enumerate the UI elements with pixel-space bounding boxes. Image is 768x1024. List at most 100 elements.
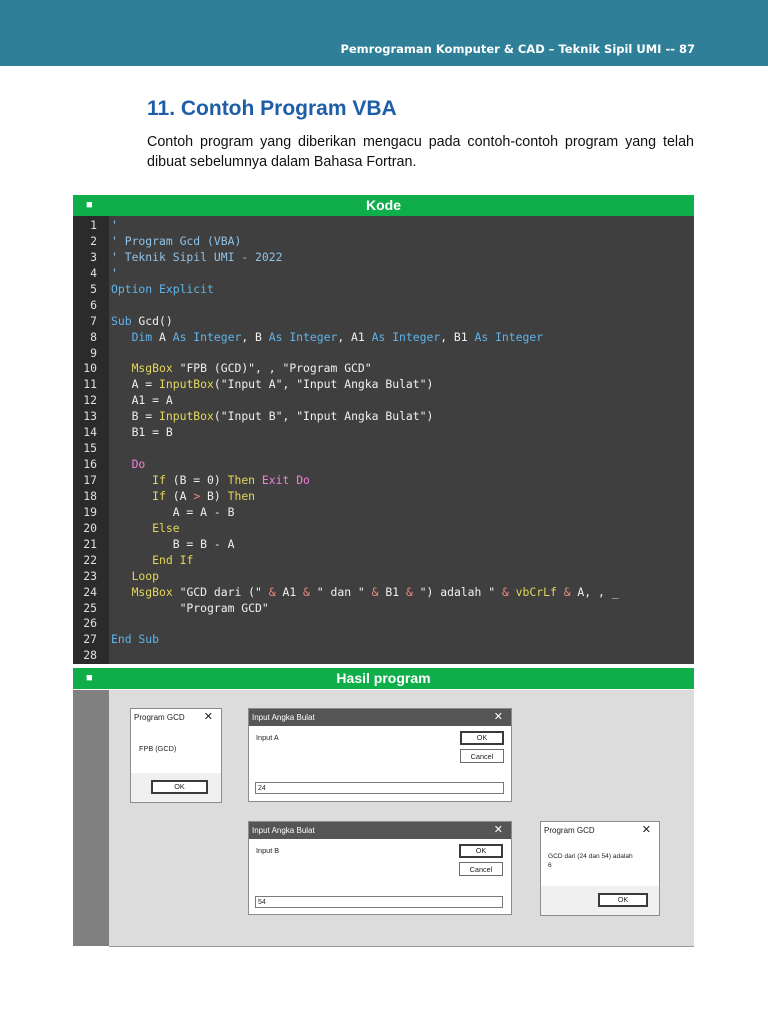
code-text: MsgBox "FPB (GCD)", , "Program GCD" — [131, 361, 372, 376]
ok-button[interactable]: OK — [459, 844, 503, 858]
input-a-field[interactable]: 24 — [255, 782, 504, 794]
code-lines: 1 ' 2 ' Program Gcd (VBA) 3 ' Teknik Sipil UM… — [73, 218, 694, 664]
ok-button[interactable]: OK — [598, 893, 648, 907]
line-number: 20 — [83, 520, 97, 535]
line-number: 10 — [83, 361, 97, 376]
code-text: B = B - A — [111, 536, 235, 551]
close-icon[interactable]: ✕ — [494, 709, 503, 726]
code-line: 18 If (A > B) Then — [73, 489, 694, 505]
line-number: 18 — [83, 488, 97, 503]
inputbox-titlebar: Input Angka Bulat ✕ — [249, 822, 511, 839]
input-b-field[interactable]: 54 — [255, 896, 503, 908]
code-bar-label: Kode — [366, 197, 401, 213]
line-number: 14 — [83, 425, 97, 440]
line-number: 12 — [83, 393, 97, 408]
code-text: A = InputBox("Input A", "Input Angka Bul… — [111, 377, 434, 392]
code-text: Option Explicit — [111, 281, 214, 296]
inputbox-a: Input Angka Bulat ✕ Input A OK Cancel 24 — [248, 708, 512, 802]
code-line: 8 Dim A As Integer, B As Integer, A1 As … — [73, 330, 694, 346]
code-text: ' Program Gcd (VBA) — [111, 233, 242, 248]
line-number: 1 — [90, 218, 97, 232]
code-text: A1 = A — [111, 393, 173, 408]
code-line: 27 End Sub — [73, 632, 694, 648]
code-text: ' Teknik Sipil UMI - 2022 — [111, 249, 283, 264]
msgbox-message: FPB (GCD) — [139, 744, 177, 753]
code-text: ' — [111, 265, 118, 280]
code-line: 25 "Program GCD" — [73, 601, 694, 617]
line-number: 8 — [90, 329, 97, 344]
msgbox-message-line2: 6 — [548, 861, 552, 869]
msgbox-result: Program GCD ✕ GCD dari (24 dan 54) adala… — [540, 821, 660, 916]
line-number: 11 — [83, 377, 97, 392]
code-line: 5 Option Explicit — [73, 282, 694, 298]
line-number: 9 — [90, 345, 97, 360]
inputbox-prompt: Input B — [256, 846, 280, 855]
code-line: 9 — [73, 346, 694, 362]
line-number: 7 — [90, 313, 97, 328]
output-gutter — [73, 690, 109, 946]
close-icon[interactable]: ✕ — [204, 709, 213, 726]
line-number: 27 — [83, 632, 97, 647]
ok-button[interactable]: OK — [151, 780, 208, 794]
msgbox-footer: OK — [131, 773, 221, 802]
code-line: 12 A1 = A — [73, 393, 694, 409]
code-text: Loop — [131, 568, 160, 583]
code-line: 15 — [73, 441, 694, 457]
code-line: 2 ' Program Gcd (VBA) — [73, 234, 694, 250]
code-line: 6 — [73, 298, 694, 314]
code-line: 17 If (B = 0) Then Exit Do — [73, 473, 694, 489]
code-text: If (B = 0) Then Exit Do — [152, 473, 310, 487]
code-line: 13 B = InputBox("Input B", "Input Angka … — [73, 409, 694, 425]
code-text: "Program GCD" — [179, 600, 269, 615]
code-block: 1 ' 2 ' Program Gcd (VBA) 3 ' Teknik Sipil UM… — [73, 216, 694, 664]
inputbox-titlebar: Input Angka Bulat ✕ — [249, 709, 511, 726]
code-text: ' — [111, 218, 118, 232]
code-line: 24 MsgBox "GCD dari (" & A1 & " dan " & … — [73, 585, 694, 601]
msgbox-titlebar: Program GCD ✕ — [541, 822, 659, 839]
code-line: 21 B = B - A — [73, 537, 694, 553]
code-text: MsgBox "GCD dari (" & A1 & " dan " & B1 … — [131, 584, 619, 599]
code-text: End If — [152, 552, 194, 567]
code-line: 1 ' — [73, 218, 694, 234]
line-number: 26 — [83, 616, 97, 631]
line-number: 19 — [83, 504, 97, 519]
line-number: 15 — [83, 441, 97, 456]
close-icon[interactable]: ✕ — [494, 822, 503, 839]
code-line: 14 B1 = B — [73, 425, 694, 441]
code-bar: ■ Kode — [73, 195, 694, 216]
close-icon[interactable]: ✕ — [642, 822, 651, 839]
msgbox-title: Program GCD — [544, 826, 595, 835]
cancel-button[interactable]: Cancel — [459, 862, 503, 876]
line-number: 21 — [83, 536, 97, 551]
ok-button[interactable]: OK — [460, 731, 504, 745]
line-number: 2 — [90, 233, 97, 248]
output-area: Program GCD ✕ FPB (GCD) OK Input Angka B… — [109, 690, 694, 947]
cancel-button[interactable]: Cancel — [460, 749, 504, 763]
code-text: Dim A As Integer, B As Integer, A1 As In… — [131, 329, 544, 344]
line-number: 28 — [83, 648, 97, 663]
code-line: 3 ' Teknik Sipil UMI - 2022 — [73, 250, 694, 266]
msgbox-title: Program GCD — [134, 713, 185, 722]
page-header: Pemrograman Komputer & CAD – Teknik Sipi… — [0, 0, 768, 66]
code-text: Else — [152, 520, 180, 535]
msgbox-fpb: Program GCD ✕ FPB (GCD) OK — [130, 708, 222, 803]
code-line: 11 A = InputBox("Input A", "Input Angka … — [73, 377, 694, 393]
inputbox-prompt: Input A — [256, 733, 279, 742]
line-number: 4 — [90, 265, 97, 280]
code-text: A = A - B — [111, 504, 235, 519]
code-text: End Sub — [111, 632, 160, 647]
code-text: B1 = B — [111, 425, 173, 440]
line-number: 5 — [90, 281, 97, 296]
code-line: 4 ' — [73, 266, 694, 282]
msgbox-message: GCD dari (24 dan 54) adalah 6 — [548, 853, 633, 870]
result-bar-label: Hasil program — [336, 670, 431, 686]
code-text: Do — [131, 457, 146, 472]
inputbox-title: Input Angka Bulat — [252, 826, 315, 835]
code-line: 16 Do — [73, 457, 694, 473]
line-number: 23 — [83, 568, 97, 583]
header-text: Pemrograman Komputer & CAD – Teknik Sipi… — [340, 42, 695, 56]
code-line: 22 End If — [73, 553, 694, 569]
code-text: If (A > B) Then — [152, 488, 256, 503]
line-number: 17 — [83, 473, 97, 487]
msgbox-message-line1: GCD dari (24 dan 54) adalah — [548, 853, 633, 860]
